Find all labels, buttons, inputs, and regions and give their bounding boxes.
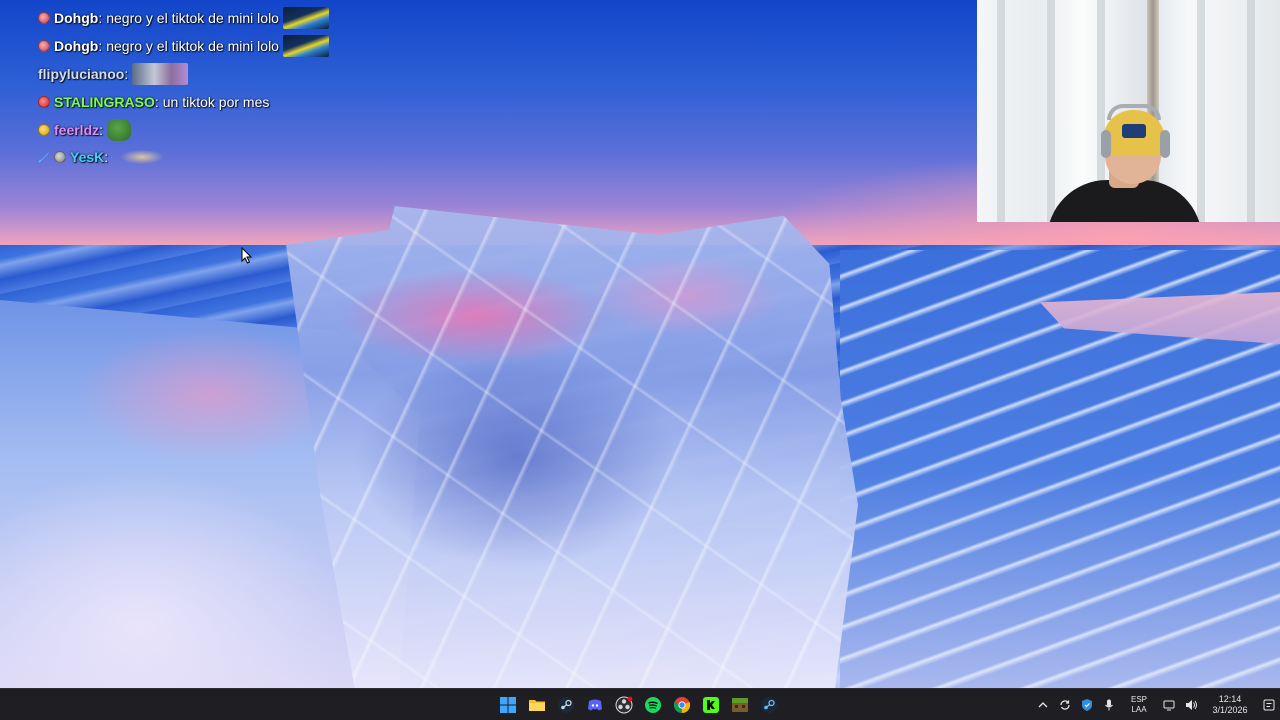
badge-icon — [38, 12, 50, 24]
microphone-tray-button[interactable] — [1099, 695, 1119, 715]
taskbar: ESP LAA 12:14 3/1/2026 — [0, 688, 1280, 720]
chat-separator: : — [98, 38, 103, 54]
chat-separator: : — [124, 66, 129, 82]
chat-username: feerldz — [54, 122, 100, 138]
chat-username: Dohgb — [54, 10, 99, 26]
chat-message: Dohgb : negro y el tiktok de mini lolo — [38, 35, 329, 57]
chat-message: Dohgb : negro y el tiktok de mini lolo — [38, 7, 329, 29]
car-emote — [282, 7, 329, 29]
headphones — [1107, 104, 1161, 120]
stream-chat-overlay: Dohgb : negro y el tiktok de mini lolo D… — [38, 0, 398, 180]
steam-icon — [558, 697, 574, 713]
chrome-icon — [673, 697, 691, 714]
steam-button-2[interactable] — [757, 693, 781, 717]
chat-message: feerldz : — [38, 119, 132, 141]
ice-block — [286, 206, 858, 688]
folder-icon — [529, 700, 545, 711]
badge-icon — [54, 151, 66, 163]
chrome-button[interactable] — [670, 693, 694, 717]
badge-icon — [38, 96, 50, 108]
chat-separator: : — [99, 122, 104, 138]
chat-text: un tiktok por mes — [162, 94, 270, 110]
microphone-icon — [1105, 699, 1113, 711]
obs-button[interactable] — [612, 693, 636, 717]
chat-separator: : — [98, 10, 103, 26]
chat-text: negro y el tiktok de mini lolo — [106, 10, 279, 26]
spotify-icon — [645, 697, 661, 713]
language-indicator[interactable]: ESP LAA — [1124, 695, 1154, 715]
steam-button[interactable] — [554, 693, 578, 717]
spotify-button[interactable] — [641, 693, 665, 717]
speaker-icon — [1186, 700, 1197, 710]
chat-message: YesK : — [38, 146, 169, 168]
car-emote — [282, 35, 329, 57]
system-tray: ESP LAA 12:14 3/1/2026 — [1032, 689, 1280, 720]
chat-text: negro y el tiktok de mini lolo — [106, 38, 279, 54]
network-icon — [1163, 700, 1175, 711]
chat-username: STALINGRASO — [54, 94, 155, 110]
clock-date: 3/1/2026 — [1212, 705, 1248, 715]
taskbar-apps — [496, 693, 781, 717]
volume-tray-button[interactable] — [1181, 695, 1201, 715]
security-tray-button[interactable] — [1077, 695, 1097, 715]
network-tray-button[interactable] — [1159, 695, 1179, 715]
show-hidden-icons-button[interactable] — [1033, 695, 1053, 715]
minecraft-icon — [732, 698, 748, 712]
discord-button[interactable] — [583, 693, 607, 717]
file-explorer-button[interactable] — [525, 693, 549, 717]
pepe-emote — [107, 119, 132, 141]
sync-icon — [1060, 700, 1070, 710]
chat-message: flipylucianoo : — [38, 63, 189, 85]
start-button[interactable] — [496, 693, 520, 717]
chat-username: flipylucianoo — [38, 66, 125, 82]
kick-button[interactable] — [699, 693, 723, 717]
chevron-up-icon — [1038, 702, 1048, 708]
chat-username: YesK — [70, 149, 105, 165]
chat-username: Dohgb — [54, 38, 99, 54]
minecraft-button[interactable] — [728, 693, 752, 717]
clock-time: 12:14 — [1218, 694, 1242, 704]
sword-icon — [38, 152, 49, 163]
discord-icon — [588, 699, 602, 711]
shield-icon — [1082, 699, 1092, 711]
mouse-cursor-icon — [241, 247, 253, 264]
webcam-feed — [977, 0, 1280, 222]
keyboard-layout: LAA — [1131, 705, 1147, 714]
language-code: ESP — [1130, 695, 1147, 704]
photo-emote — [132, 63, 189, 85]
sync-tray-button[interactable] — [1055, 695, 1075, 715]
clock[interactable]: 12:14 3/1/2026 — [1204, 694, 1256, 716]
chat-message: STALINGRASO : un tiktok por mes — [38, 91, 273, 113]
beanie-logo — [1122, 124, 1146, 138]
badge-icon — [38, 40, 50, 52]
obs-icon — [615, 696, 633, 714]
notifications-button[interactable] — [1259, 695, 1279, 715]
kick-icon — [703, 697, 719, 713]
steam-icon — [761, 697, 777, 713]
windows-icon — [500, 697, 516, 713]
badge-icon — [38, 124, 50, 136]
notification-icon — [1263, 699, 1275, 711]
chat-separator: : — [104, 149, 109, 165]
chat-separator: : — [154, 94, 159, 110]
bread-emote — [112, 147, 169, 167]
